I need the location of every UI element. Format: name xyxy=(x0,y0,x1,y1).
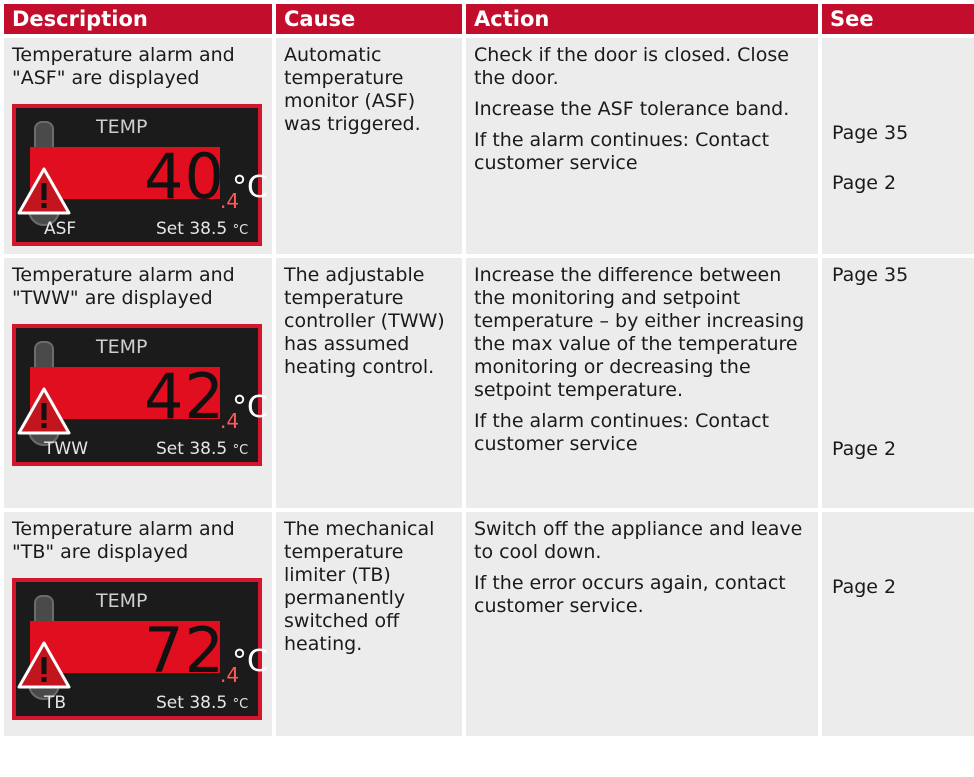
setpoint-label: Set 38.5 °C xyxy=(156,692,248,716)
action-item: If the alarm continues: Contact customer… xyxy=(474,410,770,455)
header-action: Action xyxy=(466,4,818,34)
setpoint-label: Set 38.5 °C xyxy=(156,438,248,462)
temperature-display: TEMP 40 .4 °C ASF Set 38.5 °C xyxy=(12,104,268,246)
action-item: Check if the door is closed. Close the d… xyxy=(474,44,789,89)
header-description: Description xyxy=(4,4,272,34)
cause-cell: Automatic temperature monitor (ASF) was … xyxy=(276,38,462,254)
table-header-row: Description Cause Action See xyxy=(4,4,974,34)
action-item: Switch off the appliance and leave to co… xyxy=(474,518,803,563)
description-cell: Temperature alarm and "TWW" are displaye… xyxy=(4,258,272,508)
troubleshooting-table: Description Cause Action See Temperature… xyxy=(0,0,974,740)
temp-label: TEMP xyxy=(96,336,148,358)
action-cell: Increase the difference between the moni… xyxy=(466,258,818,508)
header-see: See xyxy=(822,4,974,34)
temperature-display: TEMP 42 .4 °C TWW Set 38.5 °C xyxy=(12,324,268,466)
page-reference: Page 2 xyxy=(832,438,897,460)
description-text: Temperature alarm and "ASF" are displaye… xyxy=(12,44,235,89)
description-cell: Temperature alarm and "ASF" are displaye… xyxy=(4,38,272,254)
action-item: If the alarm continues: Contact customer… xyxy=(474,129,770,174)
setpoint-unit: °C xyxy=(232,223,249,238)
mode-label: TB xyxy=(44,693,67,713)
setpoint-label: Set 38.5 °C xyxy=(156,218,248,242)
setpoint-unit: °C xyxy=(232,443,249,458)
header-cause: Cause xyxy=(276,4,462,34)
cause-cell: The mechanical temperature limiter (TB) … xyxy=(276,512,462,736)
warning-triangle-icon xyxy=(17,387,71,435)
action-item: Increase the difference between the moni… xyxy=(474,264,805,401)
temperature-value: 42 xyxy=(144,360,225,433)
setpoint-unit: °C xyxy=(232,697,249,712)
action-cell: Switch off the appliance and leave to co… xyxy=(466,512,818,736)
page-reference: Page 2 xyxy=(832,576,897,598)
temperature-value: 72 xyxy=(144,614,225,687)
temperature-unit: °C xyxy=(232,170,268,205)
setpoint-text: Set 38.5 xyxy=(156,693,228,713)
action-cell: Check if the door is closed. Close the d… xyxy=(466,38,818,254)
temp-label: TEMP xyxy=(96,116,148,138)
see-cell: Page 35 Page 2 xyxy=(822,38,974,254)
warning-triangle-icon xyxy=(17,641,71,689)
setpoint-text: Set 38.5 xyxy=(156,219,228,239)
action-item: Increase the ASF tolerance band. xyxy=(474,98,790,120)
setpoint-text: Set 38.5 xyxy=(156,439,228,459)
page-reference: Page 2 xyxy=(832,172,897,194)
mode-label: ASF xyxy=(44,219,77,239)
cause-cell: The adjustable temperature controller (T… xyxy=(276,258,462,508)
page-reference: Page 35 xyxy=(832,264,909,286)
table-row: Temperature alarm and "TWW" are displaye… xyxy=(4,258,974,508)
temperature-unit: °C xyxy=(232,390,268,425)
table-row: Temperature alarm and "ASF" are displaye… xyxy=(4,38,974,254)
description-text: Temperature alarm and "TB" are displayed xyxy=(12,518,235,563)
table-row: Temperature alarm and "TB" are displayed… xyxy=(4,512,974,736)
description-cell: Temperature alarm and "TB" are displayed… xyxy=(4,512,272,736)
description-text: Temperature alarm and "TWW" are displaye… xyxy=(12,264,235,309)
page-reference: Page 35 xyxy=(832,122,909,144)
temperature-unit: °C xyxy=(232,644,268,679)
action-item: If the error occurs again, contact custo… xyxy=(474,572,786,617)
temperature-display: TEMP 72 .4 °C TB Set 38.5 °C xyxy=(12,578,268,720)
see-cell: Page 35 Page 2 xyxy=(822,258,974,508)
mode-label: TWW xyxy=(44,439,89,459)
temp-label: TEMP xyxy=(96,590,148,612)
temperature-value: 40 xyxy=(144,140,225,213)
warning-triangle-icon xyxy=(17,167,71,215)
see-cell: Page 2 xyxy=(822,512,974,736)
